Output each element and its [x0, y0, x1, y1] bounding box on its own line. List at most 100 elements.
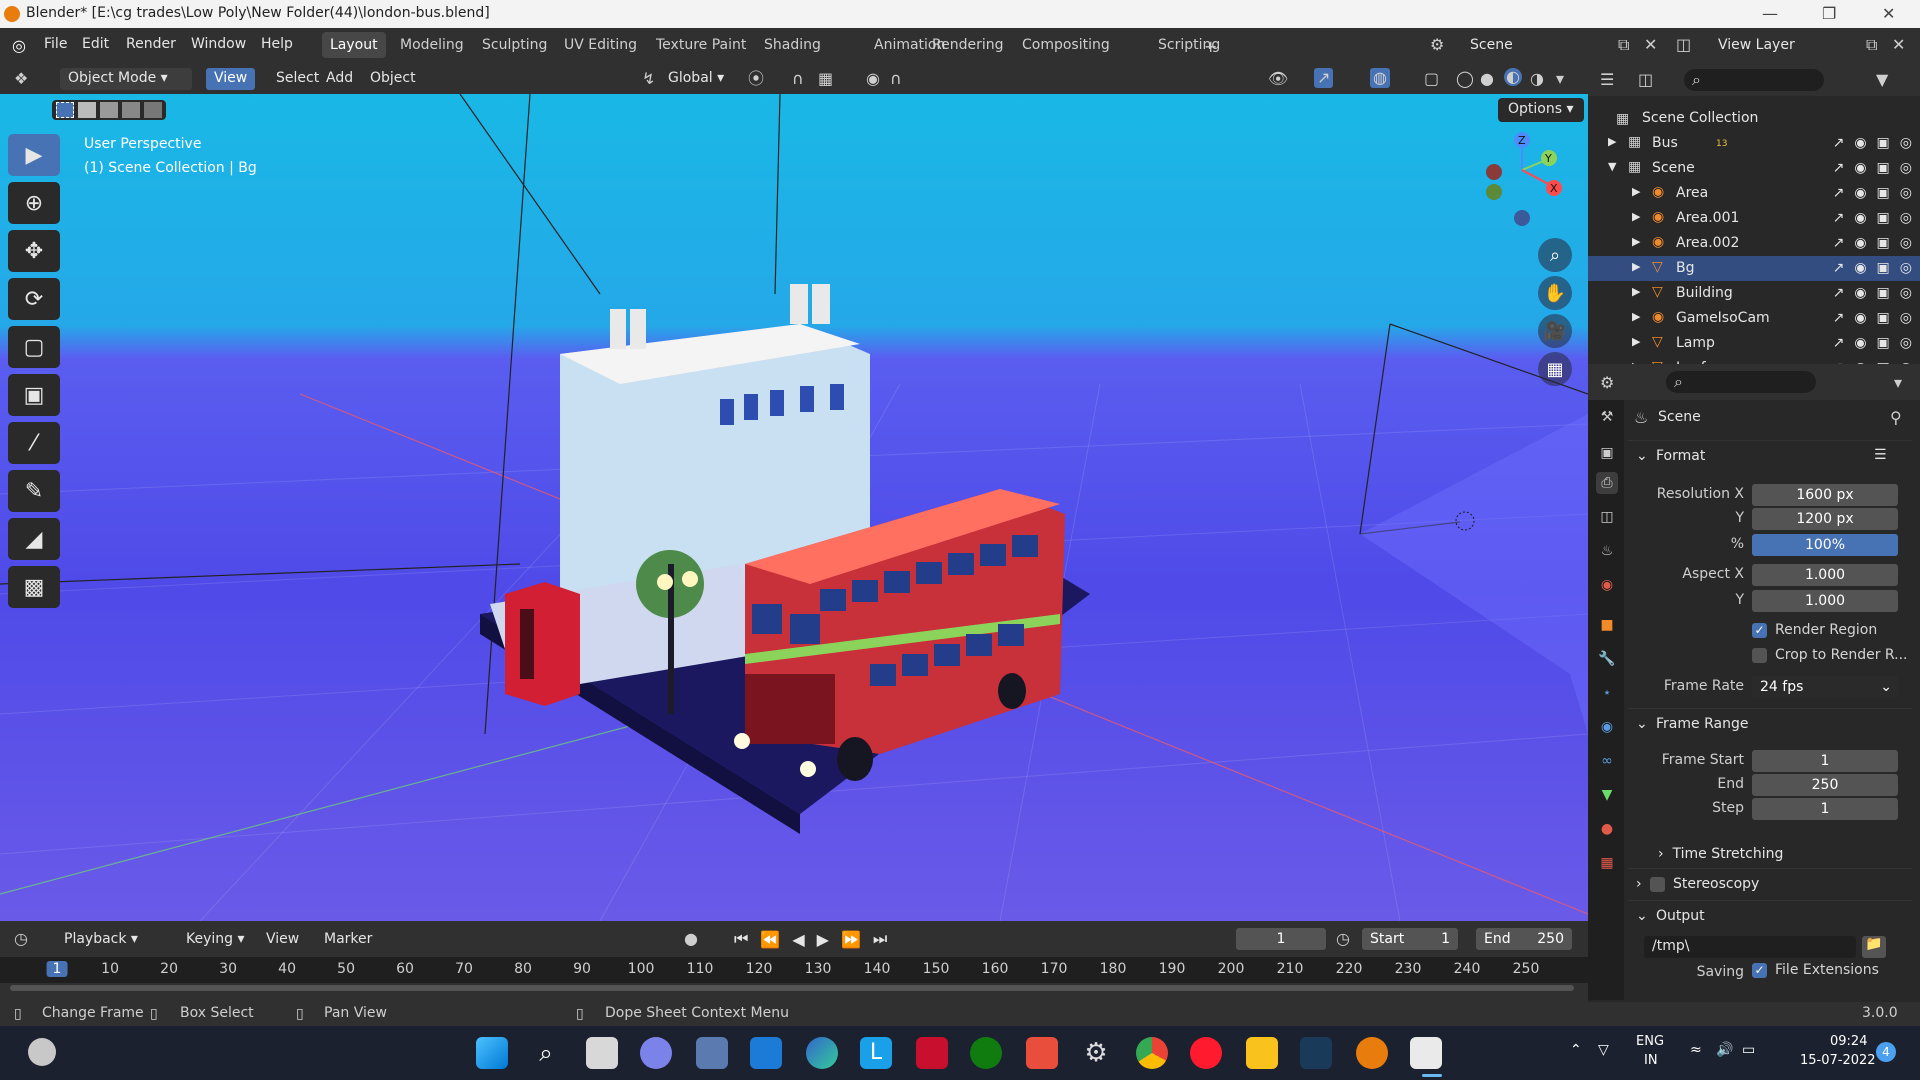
viewport-toggle-icon[interactable]: ▣ [1877, 185, 1890, 201]
add-cube-tool[interactable]: ▩ [8, 566, 60, 608]
res-pct-field[interactable]: 100% [1752, 534, 1898, 556]
render-region-checkbox[interactable]: ✓ Render Region [1752, 622, 1877, 638]
falloff-icon[interactable]: ∩ [890, 70, 902, 88]
add-menu[interactable]: Add [318, 68, 361, 90]
eye-icon[interactable]: ◉ [1854, 235, 1866, 251]
clock-icon[interactable]: ◷ [1336, 930, 1350, 948]
outliner-row[interactable]: ▶ ▽ Lamp ↗ ◉ ▣ ◎ [1588, 331, 1920, 356]
output-section-header[interactable]: ⌄ Output [1628, 900, 1912, 930]
output-tab-icon[interactable]: ⎙ [1596, 472, 1618, 494]
rotate-tool[interactable]: ⟳ [8, 278, 60, 320]
lang-bottom[interactable]: IN [1644, 1053, 1658, 1068]
eye-icon[interactable]: ◉ [1854, 210, 1866, 226]
photos-icon[interactable] [696, 1037, 728, 1069]
overlay-toggle-icon[interactable]: ◍ [1370, 68, 1390, 88]
gizmo-toggle-icon[interactable]: ↗ [1314, 68, 1334, 88]
expand-arrow-icon[interactable]: ▶ [1632, 210, 1640, 223]
teams-chat-icon[interactable] [640, 1037, 672, 1069]
outliner-row[interactable]: ▶ ▽ Building ↗ ◉ ▣ ◎ [1588, 281, 1920, 306]
view-menu[interactable]: View [206, 68, 256, 90]
opera-icon[interactable] [1190, 1037, 1222, 1069]
3d-viewport[interactable]: Options ▾ User Perspective (1) Scene Col… [0, 94, 1588, 921]
play-reverse-icon[interactable]: ◀ [792, 930, 804, 949]
object-tab-icon[interactable]: ■ [1596, 614, 1618, 636]
outliner-row[interactable]: ▶ ▦ Bus 13 ↗ ◉ ▣ ◎ [1588, 131, 1920, 156]
outliner-row[interactable]: ▶ ◉ GameIsoCam ↗ ◉ ▣ ◎ [1588, 306, 1920, 331]
outliner-search-input[interactable]: ⌕ [1684, 69, 1824, 91]
lang-top[interactable]: ENG [1636, 1034, 1664, 1049]
timeline-start-field[interactable]: Start 1 [1362, 928, 1458, 950]
eye-icon[interactable]: ◉ [1854, 285, 1866, 301]
render-toggle-icon[interactable]: ◎ [1900, 310, 1912, 326]
playback-menu[interactable]: Playback ▾ [64, 931, 138, 947]
select-toggle-icon[interactable]: ↗ [1833, 135, 1845, 151]
select-toggle-icon[interactable]: ↗ [1833, 235, 1845, 251]
chrome-icon[interactable] [1136, 1037, 1168, 1069]
timeline-scrollbar[interactable] [10, 985, 1574, 991]
delete-viewlayer-icon[interactable]: ✕ [1892, 36, 1905, 54]
eye-icon[interactable]: ◉ [1854, 185, 1866, 201]
cursor-tool[interactable]: ⊕ [8, 182, 60, 224]
keying-menu[interactable]: Keying ▾ [186, 931, 245, 947]
timeline-ruler[interactable]: 1 10 20 30 40 50 60 70 80 90 100 110 120 130 140 150 160… [0, 957, 1588, 983]
select-intersect-icon[interactable] [144, 102, 162, 118]
ortho-grid-icon[interactable]: ▦ [1538, 352, 1572, 386]
menu-window[interactable]: Window [191, 36, 246, 52]
outliner-root[interactable]: ▦ Scene Collection [1588, 106, 1920, 131]
expand-arrow-icon[interactable]: ▶ [1632, 285, 1640, 298]
visibility-icon[interactable]: 👁 [1268, 70, 1288, 88]
move-tool[interactable]: ✥ [8, 230, 60, 272]
tray-expand-icon[interactable]: ⌃ [1570, 1042, 1582, 1058]
file-extensions-checkbox[interactable]: ✓ File Extensions [1752, 962, 1879, 978]
render-toggle-icon[interactable]: ◎ [1900, 160, 1912, 176]
tab-compositing[interactable]: Compositing [1014, 32, 1118, 58]
settings-gear-icon[interactable]: ⚙ [1080, 1037, 1112, 1069]
viewlayer-field[interactable]: View Layer [1710, 34, 1860, 58]
pivot-icon[interactable]: ⦿ [748, 70, 764, 88]
render-toggle-icon[interactable]: ◎ [1900, 285, 1912, 301]
rendered-shading-icon[interactable]: ◑ [1530, 70, 1544, 88]
transform-tool[interactable]: ▣ [8, 374, 60, 416]
play-icon[interactable]: ▶ [817, 930, 829, 949]
scale-tool[interactable]: ▢ [8, 326, 60, 368]
jump-start-icon[interactable]: ⏮ [734, 929, 748, 949]
select-extend-icon[interactable] [78, 102, 96, 118]
expand-arrow-icon[interactable]: ▶ [1632, 310, 1640, 323]
options-dropdown[interactable]: Options ▾ [1498, 98, 1584, 122]
mode-dropdown[interactable]: Object Mode ▾ [60, 68, 192, 90]
menu-help[interactable]: Help [261, 36, 293, 52]
timeline-view-menu[interactable]: View [266, 931, 299, 947]
task-view-icon[interactable] [586, 1037, 618, 1069]
current-frame-field[interactable]: 1 [1236, 928, 1326, 950]
view-layer-tab-icon[interactable]: ◫ [1596, 506, 1618, 528]
measure-tool[interactable]: ◢ [8, 518, 60, 560]
material-tab-icon[interactable]: ● [1596, 818, 1618, 840]
editor-type-icon[interactable]: ❖ [14, 70, 28, 88]
next-keyframe-icon[interactable]: ⏩ [841, 930, 861, 949]
frame-start-field[interactable]: 1 [1752, 750, 1898, 772]
select-new-icon[interactable] [56, 102, 74, 118]
tab-sculpting[interactable]: Sculpting [474, 32, 555, 58]
aspect-x-field[interactable]: 1.000 [1752, 564, 1898, 586]
xray-icon[interactable]: ▢ [1424, 70, 1439, 88]
blender-menu-icon[interactable]: ◎ [12, 36, 26, 55]
display-mode-icon[interactable]: ◫ [1638, 71, 1653, 89]
search-icon[interactable]: ⌕ [530, 1037, 562, 1069]
viewport-toggle-icon[interactable]: ▣ [1877, 285, 1890, 301]
scene-tab-icon[interactable]: ♨ [1596, 540, 1618, 562]
stereoscopy-checkbox[interactable] [1650, 876, 1665, 892]
pan-hand-icon[interactable]: ✋ [1538, 276, 1572, 310]
network-off-icon[interactable]: ▽ [1598, 1042, 1609, 1058]
canva-icon[interactable] [1026, 1037, 1058, 1069]
menu-render[interactable]: Render [126, 36, 176, 52]
material-shading-icon[interactable]: ◐ [1504, 68, 1522, 86]
particles-tab-icon[interactable]: ⋆ [1596, 682, 1618, 704]
tab-layout[interactable]: Layout [322, 32, 386, 58]
modifier-tab-icon[interactable]: 🔧 [1596, 648, 1618, 670]
outliner-editor-icon[interactable]: ☰ [1600, 71, 1614, 89]
clock-date[interactable]: 15-07-2022 [1800, 1053, 1876, 1068]
orientation-dropdown[interactable]: Global ▾ [660, 68, 732, 90]
frame-step-field[interactable]: 1 [1752, 798, 1898, 820]
weather-icon[interactable] [28, 1038, 56, 1066]
render-toggle-icon[interactable]: ◎ [1900, 185, 1912, 201]
